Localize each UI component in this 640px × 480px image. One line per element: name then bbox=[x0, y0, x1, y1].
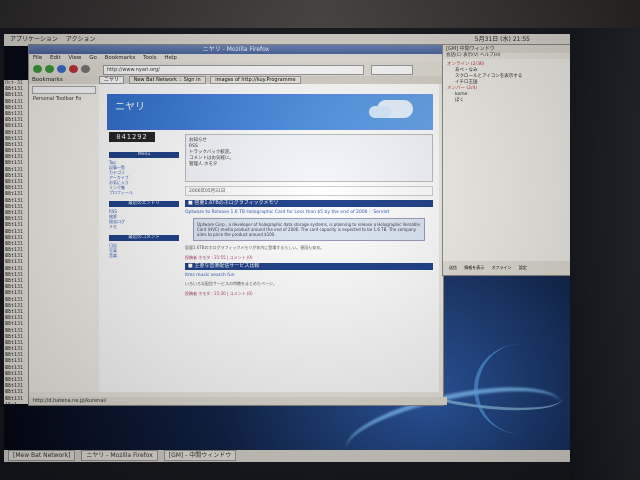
bookmarks-sidebar: Bookmarks Personal Toolbar Fo bbox=[29, 76, 100, 392]
post-meta[interactable]: 投稿者 ホモタ : 21:55 | コメント (0) bbox=[185, 255, 433, 261]
bottom-taskbar: [Mew Bat Network] ニヤリ - Mozilla Firefox … bbox=[4, 450, 570, 462]
post-title[interactable]: ■ 主要な音楽配信サービス比較 bbox=[185, 263, 433, 270]
web-page: ニヤリ 041292 Menu Top 記事一覧 カテゴリ アーカイブ お気に入り リンク… bbox=[99, 84, 439, 392]
window-title: ニヤリ - Mozilla Firefox bbox=[29, 45, 443, 54]
reload-icon[interactable] bbox=[57, 65, 66, 73]
link-list: 日記 写真 音楽 bbox=[109, 243, 179, 258]
im-menu-help[interactable]: ヘルプ(H) bbox=[480, 53, 500, 58]
menu-view[interactable]: View bbox=[68, 55, 81, 61]
access-counter: 041292 bbox=[109, 132, 155, 142]
taskbar-item[interactable]: [Mew Bat Network] bbox=[8, 450, 76, 461]
sidebar-title: Bookmarks bbox=[29, 76, 99, 84]
menubar: File Edit View Go Bookmarks Tools Help bbox=[29, 54, 443, 62]
im-send-button[interactable]: 送信 bbox=[449, 265, 457, 270]
im-window: [GM] 中間ウィンドウ 会話(C) 表示(V) ヘルプ(H) オンライン (2… bbox=[442, 44, 570, 276]
tab-nyari[interactable]: ニヤリ bbox=[99, 76, 125, 84]
site-banner: ニヤリ bbox=[107, 94, 433, 130]
post-quote: Optware Corp., a developer of holographi… bbox=[193, 218, 425, 241]
menu-go[interactable]: Go bbox=[89, 55, 97, 61]
home-icon[interactable] bbox=[81, 65, 90, 73]
menu-box-heading: Menu bbox=[109, 152, 179, 158]
post-link[interactable]: Optware to Release 1.6 TB Holographic Ca… bbox=[185, 210, 433, 215]
photo-scene: アプリケーション アクション 5月31日 (水) 21:55 Oct-31 15… bbox=[0, 0, 640, 480]
taskbar-item[interactable]: ニヤリ - Mozilla Firefox bbox=[81, 450, 158, 461]
im-menu-view[interactable]: 表示(V) bbox=[463, 53, 479, 58]
menu-help[interactable]: Help bbox=[164, 55, 177, 61]
search-field[interactable] bbox=[371, 65, 413, 75]
im-settings-button[interactable]: 設定 bbox=[519, 265, 527, 270]
menu-bookmarks[interactable]: Bookmarks bbox=[105, 55, 136, 61]
taskbar-item[interactable]: [GM] - 中間ウィンドウ bbox=[163, 450, 237, 461]
sidebar-search-input[interactable] bbox=[32, 86, 96, 94]
sidebar-link[interactable]: プロフィール bbox=[109, 190, 179, 195]
main-column: お知らせ RSS トラックバック歓迎。 コメントはお気軽に。 管理人 ホモタ 2… bbox=[185, 134, 433, 384]
post-link[interactable]: itms music search fun bbox=[185, 273, 433, 278]
post-date: 2006年05月31日 bbox=[185, 186, 433, 196]
im-status-button[interactable]: オフライン bbox=[492, 265, 512, 270]
notice-line: 管理人 ホモタ bbox=[189, 162, 218, 167]
link-list: Top 記事一覧 カテゴリ アーカイブ お気に入り リンク集 プロフィール bbox=[109, 160, 179, 195]
tab-network[interactable]: New Bat Network :: Sign in bbox=[128, 76, 206, 84]
recent-comments-heading: 最近のコメント bbox=[109, 235, 179, 241]
firefox-window: ニヤリ - Mozilla Firefox File Edit View Go … bbox=[28, 44, 447, 406]
im-info-button[interactable]: 情報を表示 bbox=[464, 265, 484, 270]
tab-images[interactable]: images of http://kuy.Programme bbox=[210, 76, 301, 84]
wallpaper-swirl bbox=[474, 344, 568, 434]
post-text: 容量1.6TBのホログラフィックメモリが年内に登場するらしい。値段も安め。 bbox=[185, 245, 325, 250]
notice-box: お知らせ RSS トラックバック歓迎。 コメントはお気軽に。 管理人 ホモタ bbox=[185, 134, 433, 182]
sidebar-link[interactable]: メモ bbox=[109, 224, 179, 229]
buddy-list: オンライン (2/36) あべ・なみ スクロールとアイコンを表示する イチロ王国… bbox=[443, 59, 570, 107]
menu-tools[interactable]: Tools bbox=[143, 55, 157, 61]
post-text: いろいろな配信サービスの特徴をまとめたページ。 bbox=[185, 281, 277, 286]
monitor-screen: アプリケーション アクション 5月31日 (水) 21:55 Oct-31 15… bbox=[4, 34, 570, 462]
url-field[interactable]: http://www.nyari.org/ bbox=[103, 65, 364, 75]
link-list: RSS 検索 過去ログ メモ bbox=[109, 209, 179, 229]
cloud-graphic bbox=[369, 106, 391, 118]
navigation-toolbar: http://www.nyari.org/ bbox=[29, 62, 443, 76]
recent-entries-heading: 最近のエントリ bbox=[109, 201, 179, 207]
sidebar-item-folder[interactable]: Personal Toolbar Fo bbox=[29, 96, 99, 102]
sidebar-link[interactable]: 音楽 bbox=[109, 253, 179, 258]
buddy-item[interactable]: ぼく bbox=[447, 98, 567, 104]
site-title[interactable]: ニヤリ bbox=[115, 98, 145, 113]
im-window-title: [GM] 中間ウィンドウ bbox=[443, 45, 570, 53]
forward-icon[interactable] bbox=[45, 65, 54, 73]
menu-applications[interactable]: アプリケーション bbox=[10, 36, 58, 43]
menu-edit[interactable]: Edit bbox=[50, 55, 61, 61]
stop-icon[interactable] bbox=[69, 65, 78, 73]
post-title[interactable]: ■ 容量1.6TBのホログラフィックメモリ bbox=[185, 200, 433, 207]
menu-file[interactable]: File bbox=[33, 55, 42, 61]
im-menu-conversation[interactable]: 会話(C) bbox=[446, 53, 462, 58]
post-meta[interactable]: 投稿者 ホモタ : 21:30 | コメント (0) bbox=[185, 291, 433, 297]
menu-actions[interactable]: アクション bbox=[66, 36, 96, 43]
back-icon[interactable] bbox=[33, 65, 42, 73]
left-column: Menu Top 記事一覧 カテゴリ アーカイブ お気に入り リンク集 プロフィール 最近の… bbox=[109, 146, 179, 376]
monitor-edge bbox=[570, 28, 640, 480]
status-bar: http://d.hatena.ne.jp/kurenai/ bbox=[29, 397, 447, 405]
im-button-bar: 送信 情報を表示 オフライン 設定 bbox=[443, 261, 570, 275]
tab-bar: ニヤリ New Bat Network :: Sign in images of… bbox=[99, 76, 443, 84]
